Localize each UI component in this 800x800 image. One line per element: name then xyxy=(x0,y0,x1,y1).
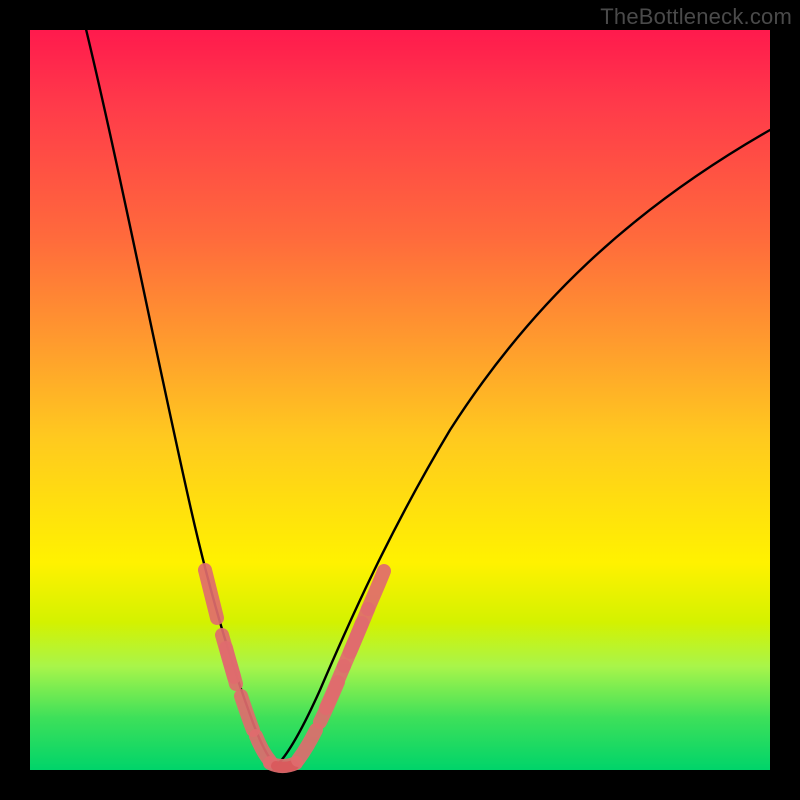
markers-right xyxy=(298,571,384,760)
plot-area xyxy=(30,30,770,770)
markers-left xyxy=(205,570,296,767)
watermark-text: TheBottleneck.com xyxy=(600,4,792,30)
curve-left-branch xyxy=(85,25,276,766)
curve-right-branch xyxy=(276,130,770,766)
curve-layer xyxy=(30,30,770,770)
chart-frame: TheBottleneck.com xyxy=(0,0,800,800)
